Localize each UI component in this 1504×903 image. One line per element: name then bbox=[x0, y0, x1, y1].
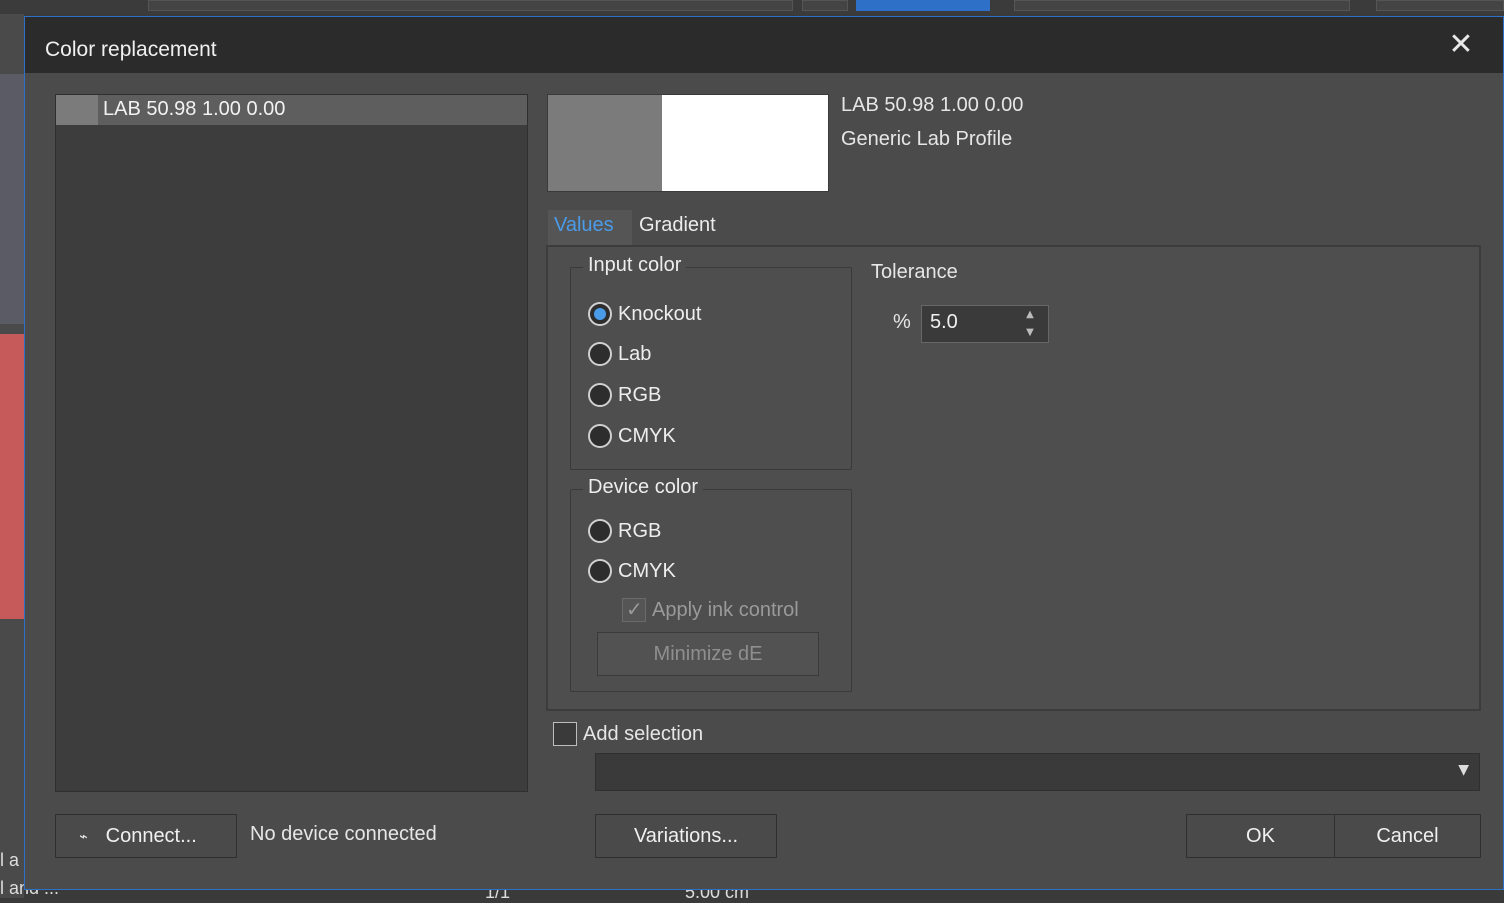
tab-values[interactable]: Values bbox=[548, 210, 632, 246]
list-item[interactable]: LAB 50.98 1.00 0.00 bbox=[56, 95, 527, 125]
tolerance-value[interactable]: 5.0 bbox=[930, 311, 958, 334]
connect-button[interactable]: ⌁ Connect... bbox=[55, 814, 237, 858]
radio-button[interactable] bbox=[588, 342, 612, 366]
usb-icon: ⌁ bbox=[79, 827, 88, 844]
radio-lab[interactable]: Lab bbox=[588, 340, 651, 368]
background-text: l a bbox=[0, 850, 20, 870]
connect-label: Connect... bbox=[105, 824, 197, 847]
checkbox[interactable] bbox=[553, 722, 577, 746]
cancel-button[interactable]: Cancel bbox=[1334, 814, 1481, 858]
color-replacement-dialog: Color replacement ✕ LAB 50.98 1.00 0.00 … bbox=[24, 16, 1504, 890]
minimize-de-button[interactable]: Minimize dE bbox=[597, 632, 819, 676]
spin-down-icon[interactable]: ▼ bbox=[1016, 324, 1044, 342]
tolerance-spinbox[interactable]: 5.0 ▲ ▼ bbox=[921, 305, 1049, 343]
dialog-titlebar: Color replacement ✕ bbox=[25, 17, 1503, 73]
input-color-title: Input color bbox=[583, 254, 687, 277]
radio-input-cmyk[interactable]: CMYK bbox=[588, 422, 676, 450]
color-preview bbox=[547, 94, 829, 192]
checkbox-label: Apply ink control bbox=[652, 598, 799, 621]
device-color-title: Device color bbox=[583, 476, 704, 499]
variations-button[interactable]: Variations... bbox=[595, 814, 777, 858]
background-canvas-shape bbox=[0, 74, 24, 324]
radio-device-rgb[interactable]: RGB bbox=[588, 517, 661, 545]
replacement-color-swatch[interactable] bbox=[662, 95, 828, 191]
tab-gradient[interactable]: Gradient bbox=[633, 210, 722, 246]
radio-label: RGB bbox=[618, 519, 662, 542]
background-toolbar-field bbox=[148, 0, 793, 11]
color-swatch bbox=[56, 95, 98, 125]
radio-label: CMYK bbox=[618, 559, 676, 582]
radio-device-cmyk[interactable]: CMYK bbox=[588, 557, 676, 585]
device-color-group: Device color RGB CMYK Apply ink control … bbox=[570, 476, 852, 692]
add-selection-checkbox[interactable]: Add selection bbox=[553, 722, 703, 746]
chevron-down-icon[interactable]: ▼ bbox=[1458, 762, 1469, 778]
device-status: No device connected bbox=[250, 823, 437, 845]
input-color-group: Input color Knockout Lab RGB CMYK bbox=[570, 254, 852, 470]
ok-button[interactable]: OK bbox=[1186, 814, 1335, 858]
radio-button[interactable] bbox=[588, 424, 612, 448]
background-toolbar-button bbox=[802, 0, 848, 11]
background-toolbar-field-right bbox=[1376, 0, 1504, 11]
list-item-label: LAB 50.98 1.00 0.00 bbox=[103, 98, 286, 120]
background-toolbar bbox=[0, 0, 1504, 14]
radio-button[interactable] bbox=[588, 559, 612, 583]
checkbox[interactable] bbox=[622, 597, 646, 622]
tolerance-unit: % bbox=[893, 311, 911, 333]
background-toolbar-active-button bbox=[856, 0, 990, 11]
color-profile: Generic Lab Profile bbox=[841, 128, 1013, 150]
close-icon[interactable]: ✕ bbox=[1441, 25, 1481, 65]
background-canvas-red-area bbox=[0, 334, 24, 619]
radio-button[interactable] bbox=[588, 519, 612, 543]
tolerance-title: Tolerance bbox=[871, 261, 958, 283]
radio-label: Knockout bbox=[618, 302, 702, 325]
color-list[interactable]: LAB 50.98 1.00 0.00 bbox=[55, 94, 528, 792]
background-toolbar-buttons bbox=[1014, 0, 1350, 11]
radio-label: CMYK bbox=[618, 424, 676, 447]
color-name: LAB 50.98 1.00 0.00 bbox=[841, 94, 1024, 116]
radio-label: RGB bbox=[618, 383, 662, 406]
dialog-title: Color replacement bbox=[45, 38, 217, 61]
selection-dropdown[interactable]: ▼ bbox=[595, 753, 1480, 791]
spin-up-icon[interactable]: ▲ bbox=[1016, 306, 1044, 324]
radio-button[interactable] bbox=[588, 302, 612, 326]
background-canvas bbox=[0, 14, 24, 898]
radio-input-rgb[interactable]: RGB bbox=[588, 381, 661, 409]
apply-ink-control-checkbox[interactable]: Apply ink control bbox=[622, 597, 799, 622]
radio-knockout[interactable]: Knockout bbox=[588, 300, 701, 328]
radio-label: Lab bbox=[618, 342, 652, 365]
radio-button[interactable] bbox=[588, 383, 612, 407]
original-color-swatch bbox=[548, 95, 662, 191]
checkbox-label: Add selection bbox=[583, 722, 704, 745]
